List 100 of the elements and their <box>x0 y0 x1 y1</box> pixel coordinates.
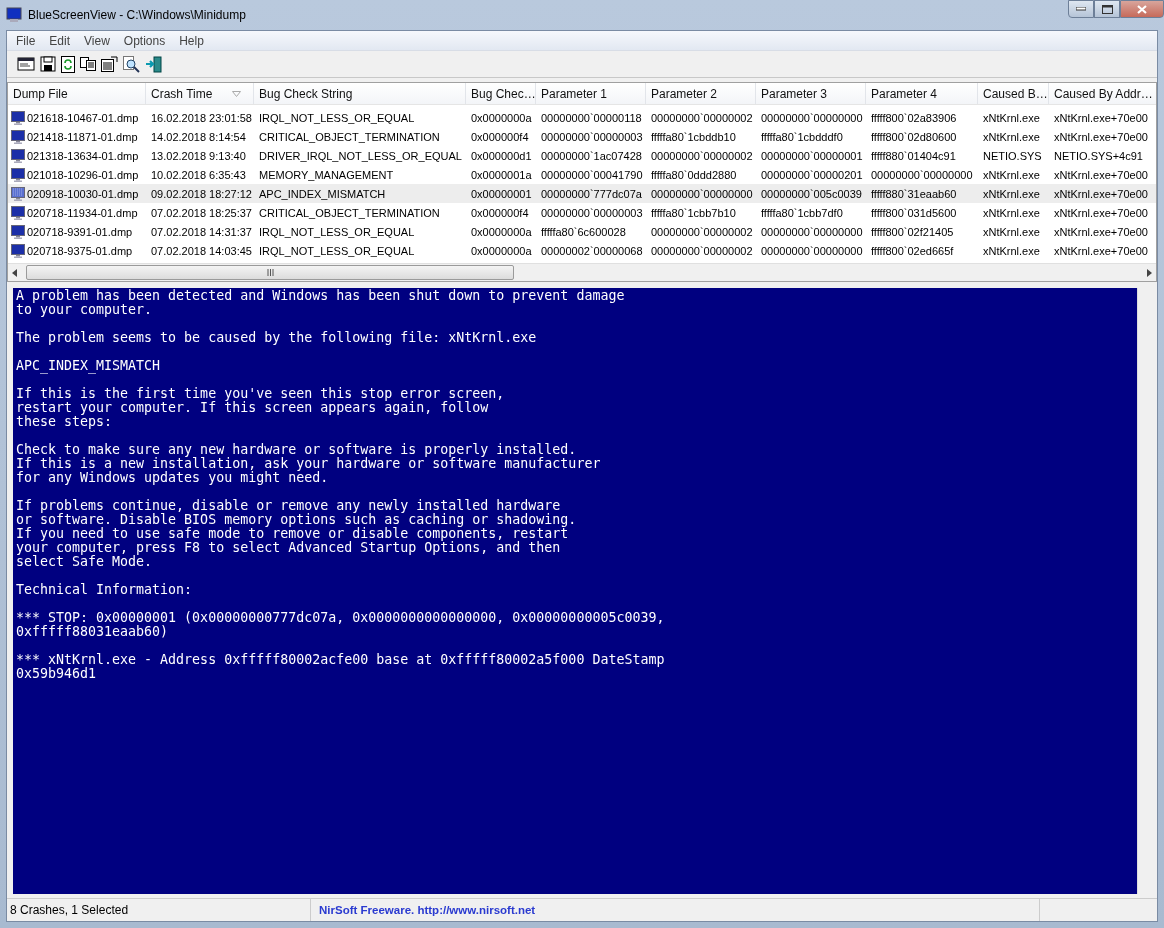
maximize-icon <box>1101 4 1113 14</box>
table-cell-text: 13.02.2018 9:13:40 <box>150 149 247 162</box>
table-cell-text: 00000000`00000000 <box>760 225 864 238</box>
table-cell-text: xNtKrnl.exe <box>982 111 1041 124</box>
table-cell-text: 00000000`005c0039 <box>760 187 863 200</box>
monitor-icon <box>11 186 25 201</box>
table-cell-text: 00000000`00000001 <box>760 149 864 162</box>
table-cell-text: xNtKrnl.exe+70e00 <box>1053 244 1149 257</box>
table-cell-text: 00000000`1ac07428 <box>540 149 643 162</box>
close-button[interactable] <box>1120 0 1164 18</box>
column-header[interactable]: Parameter 4 <box>866 83 978 104</box>
column-header[interactable]: Crash Time <box>146 83 254 104</box>
table-cell-text: fffffa80`0ddd2880 <box>650 168 738 181</box>
table-cell-text: 16.02.2018 23:01:58 <box>150 111 253 124</box>
column-header[interactable]: Caused B… <box>978 83 1049 104</box>
table-cell-text: fffff880`01404c91 <box>870 149 957 162</box>
table-cell-text: DRIVER_IRQL_NOT_LESS_OR_EQUAL <box>258 149 463 162</box>
error-text: *** STOP: 0x00000001 (0x00000000777dc07a, 0x0000000000000000, 0x00000000005c0039, 0xfffff88031eaab60) <box>16 611 666 639</box>
table-cell-text: fffffa80`1cbb7b10 <box>650 206 737 219</box>
error-text: Technical Information: <box>16 583 194 597</box>
table-cell-text: 07.02.2018 18:25:37 <box>150 206 253 219</box>
column-header[interactable]: Bug Check String <box>254 83 466 104</box>
table-row[interactable]: 020918-10030-01.dmp 09.02.2018 18:27:12 APC_INDEX_MISMATCH 0x00000001 00000000`777dc07a 00000000`00000000 00000000`005c0039 fffff880`31eaab60 xNtKrnl.exe xNtKrnl.exe+70e00 <box>8 184 1156 203</box>
error-text: The problem seems to be caused by the following file: xNtKrnl.exe <box>16 331 538 345</box>
table-cell-text: 00000000`00041790 <box>540 168 644 181</box>
column-header[interactable]: Parameter 1 <box>536 83 646 104</box>
table-cell-text: xNtKrnl.exe+70e00 <box>1053 130 1149 143</box>
table-cell-text: xNtKrnl.exe <box>982 187 1041 200</box>
table-cell: 020718-9391-01.dmp <box>27 225 133 238</box>
table-cell-text: NETIO.SYS <box>982 149 1043 162</box>
column-header[interactable]: Bug Chec… <box>466 83 536 104</box>
menu-item[interactable]: View <box>77 33 117 48</box>
refresh-icon[interactable] <box>61 55 75 73</box>
menu-item[interactable]: Edit <box>42 33 78 48</box>
website-link[interactable]: NirSoft Freeware. http://www.nirsoft.net <box>311 899 1040 921</box>
table-cell-text: 00000002`00000068 <box>540 244 644 257</box>
table-cell-text: 14.02.2018 8:14:54 <box>150 130 247 143</box>
column-header[interactable]: Caused By Addr… <box>1049 83 1156 104</box>
table-cell-text: xNtKrnl.exe+70e00 <box>1053 206 1149 219</box>
monitor-icon <box>11 205 25 220</box>
table-row[interactable]: 021618-10467-01.dmp 16.02.2018 23:01:58 IRQL_NOT_LESS_OR_EQUAL 0x0000000a 00000000`00000118 00000000`00000002 00000000`00000000 fffff800`02a83906 xNtKrnl.exe xNtKrnl.exe+70e00 <box>8 108 1156 127</box>
error-text: A problem has been detected and Windows has been shut down to prevent damage to your computer. <box>16 289 626 317</box>
table-cell-text: fffffa80`1cbdddf0 <box>760 130 844 143</box>
table-cell-text: fffffa80`1cbb7df0 <box>760 206 844 219</box>
table-cell-text: fffff800`031d5600 <box>870 206 958 219</box>
close-icon <box>1137 4 1147 14</box>
table-cell-text: 00000000`00000002 <box>650 244 754 257</box>
menu-item[interactable]: Options <box>116 33 173 48</box>
table-row[interactable]: 021318-13634-01.dmp 13.02.2018 9:13:40 DRIVER_IRQL_NOT_LESS_OR_EQUAL 0x000000d1 00000000`1ac07428 00000000`00000002 00000000`00000001 fffff880`01404c91 NETIO.SYS NETIO.SYS+4c91 <box>8 146 1156 165</box>
window-icon[interactable] <box>17 56 35 72</box>
table-row[interactable]: 021418-11871-01.dmp 14.02.2018 8:14:54 CRITICAL_OBJECT_TERMINATION 0x000000f4 00000000`00000003 fffffa80`1cbddb10 fffffa80`1cbdddf0 fffff800`02d80600 xNtKrnl.exe xNtKrnl.exe+70e00 <box>8 127 1156 146</box>
table-cell: 021318-13634-01.dmp <box>27 149 139 162</box>
copy-icon[interactable] <box>80 57 96 71</box>
table-cell-text: IRQL_NOT_LESS_OR_EQUAL <box>258 225 416 238</box>
menu-item[interactable]: File <box>9 33 43 48</box>
table-row[interactable]: 020718-9391-01.dmp 07.02.2018 14:31:37 IRQL_NOT_LESS_OR_EQUAL 0x0000000a fffffa80`6c600028 00000000`00000002 00000000`00000000 fffff800`02f21405 xNtKrnl.exe xNtKrnl.exe+70e00 <box>8 222 1156 241</box>
status-count: 8 Crashes, 1 Selected <box>7 899 311 921</box>
table-row[interactable]: 021018-10296-01.dmp 10.02.2018 6:35:43 MEMORY_MANAGEMENT 0x0000001a 00000000`00041790 fffffa80`0ddd2880 00000000`00000201 00000000`00000000 xNtKrnl.exe xNtKrnl.exe+70e00 <box>8 165 1156 184</box>
search-icon[interactable] <box>123 55 140 73</box>
table-cell-text: xNtKrnl.exe <box>982 225 1041 238</box>
table-cell-text: 0x0000000a <box>470 111 533 124</box>
table-cell: 021618-10467-01.dmp <box>27 111 139 124</box>
table-cell-text: MEMORY_MANAGEMENT <box>258 168 395 181</box>
table-cell-text: 00000000`00000201 <box>760 168 864 181</box>
table-row[interactable]: 020718-11934-01.dmp 07.02.2018 18:25:37 CRITICAL_OBJECT_TERMINATION 0x000000f4 00000000`00000003 fffffa80`1cbb7b10 fffffa80`1cbb7df0 fffff800`031d5600 xNtKrnl.exe xNtKrnl.exe+70e00 <box>8 203 1156 222</box>
document-icon[interactable] <box>101 56 118 72</box>
table-cell-text: 00000000`00000000 <box>760 111 864 124</box>
save-icon[interactable] <box>40 56 56 72</box>
table-row[interactable]: 020718-9375-01.dmp 07.02.2018 14:03:45 IRQL_NOT_LESS_OR_EQUAL 0x0000000a 00000002`00000068 00000000`00000002 00000000`00000000 fffff800`02ed665f xNtKrnl.exe xNtKrnl.exe+70e00 <box>8 241 1156 260</box>
table-cell-text: 09.02.2018 18:27:12 <box>150 187 253 200</box>
table-cell-text: 00000000`00000002 <box>650 225 754 238</box>
table-cell-text: xNtKrnl.exe+70e00 <box>1053 111 1149 124</box>
table-cell-text: 10.02.2018 6:35:43 <box>150 168 247 181</box>
table-cell: 020918-10030-01.dmp <box>27 187 139 200</box>
monitor-icon <box>11 129 25 144</box>
table-cell-text: 07.02.2018 14:31:37 <box>150 225 253 238</box>
exit-door-icon[interactable] <box>145 55 162 73</box>
table-cell-text: 07.02.2018 14:03:45 <box>150 244 253 257</box>
table-cell-text: fffff800`02f21405 <box>870 225 955 238</box>
table-cell-text: 0x0000000a <box>470 225 533 238</box>
error-text: If this is the first time you've seen this stop error screen, restart your computer. If this screen appears again, follow these steps: <box>16 387 506 429</box>
table-cell-text: fffff800`02ed665f <box>870 244 955 257</box>
table-cell-text: 00000000`00000003 <box>540 206 644 219</box>
table-cell-text: 0x000000f4 <box>470 206 530 219</box>
table-cell-text: CRITICAL_OBJECT_TERMINATION <box>258 130 441 143</box>
table-cell-text: IRQL_NOT_LESS_OR_EQUAL <box>258 111 416 124</box>
table-cell: 020718-11934-01.dmp <box>27 206 138 219</box>
scrollbar-thumb[interactable] <box>26 265 514 280</box>
column-header[interactable]: Parameter 3 <box>756 83 866 104</box>
column-header[interactable]: Dump File <box>8 83 146 104</box>
table-cell-text: 0x000000d1 <box>470 149 533 162</box>
maximize-button[interactable] <box>1094 0 1120 18</box>
monitor-icon <box>11 148 25 163</box>
table-cell-text: fffffa80`1cbddb10 <box>650 130 737 143</box>
table-cell-text: IRQL_NOT_LESS_OR_EQUAL <box>258 244 416 257</box>
table-cell-text: fffffa80`6c600028 <box>540 225 627 238</box>
table-cell-text: 0x0000001a <box>470 168 533 181</box>
column-header[interactable]: Parameter 2 <box>646 83 756 104</box>
table-cell: 020718-9375-01.dmp <box>27 244 133 257</box>
menu-item[interactable]: Help <box>172 33 211 48</box>
